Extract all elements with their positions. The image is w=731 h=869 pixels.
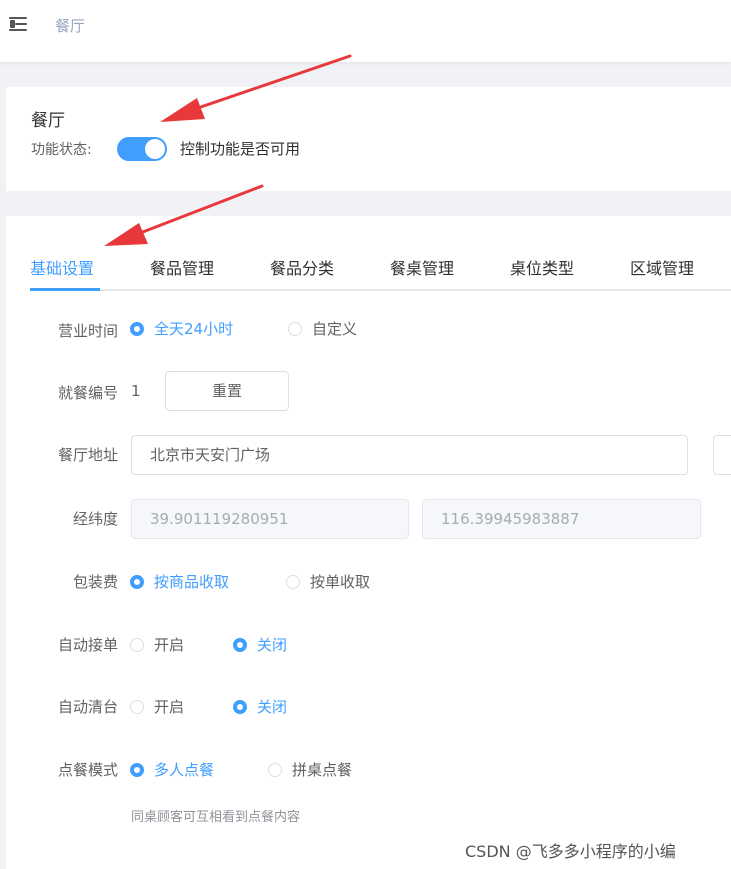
radio-label: 按单收取 <box>310 573 371 591</box>
radio-dot <box>130 575 144 589</box>
watermark: CSDN @飞多多小程序的小编 <box>465 842 676 861</box>
address-search-button[interactable] <box>713 435 731 475</box>
switch-description: 控制功能是否可用 <box>180 140 301 158</box>
radio-dot <box>233 638 247 652</box>
radio-auto-accept-off[interactable]: 关闭 <box>233 634 287 655</box>
breadcrumb[interactable]: 餐厅 <box>55 15 85 36</box>
tab-divider <box>30 289 731 291</box>
auto-clear-label: 自动清台 <box>57 698 118 716</box>
radio-label: 关闭 <box>257 698 288 716</box>
switch-knob <box>145 139 165 159</box>
card-title: 餐厅 <box>31 111 65 131</box>
menu-fold-icon[interactable] <box>9 16 27 32</box>
radio-label: 拼桌点餐 <box>292 761 353 779</box>
radio-label: 全天24小时 <box>154 320 234 338</box>
radio-dot <box>233 700 247 714</box>
radio-auto-clear-off[interactable]: 关闭 <box>233 696 287 717</box>
radio-label: 按商品收取 <box>154 573 230 591</box>
feature-toggle-switch[interactable] <box>117 137 167 161</box>
top-navbar: 餐厅 <box>0 0 731 62</box>
packing-fee-label: 包装费 <box>72 573 118 591</box>
settings-card: 基础设置 餐品管理 餐品分类 餐桌管理 桌位类型 区域管理 营业时间 全天24小… <box>6 216 731 869</box>
longitude-input: 116.39945983887 <box>422 499 701 539</box>
status-label: 功能状态: <box>31 142 92 158</box>
feature-status-card: 餐厅 功能状态: 控制功能是否可用 <box>6 87 731 191</box>
radio-dot <box>130 763 144 777</box>
order-mode-label: 点餐模式 <box>57 761 118 779</box>
tab-table-type[interactable]: 桌位类型 <box>510 255 574 279</box>
tab-dish-management[interactable]: 餐品管理 <box>150 255 214 279</box>
radio-label: 开启 <box>154 698 185 716</box>
radio-dot <box>286 575 300 589</box>
radio-packing-fee-by-order[interactable]: 按单收取 <box>286 571 370 592</box>
radio-dot <box>130 638 144 652</box>
active-tab-indicator <box>30 288 100 291</box>
radio-auto-accept-on[interactable]: 开启 <box>130 634 184 655</box>
radio-dot <box>288 322 302 336</box>
address-label: 餐厅地址 <box>57 446 118 464</box>
tab-basic-settings[interactable]: 基础设置 <box>30 255 94 279</box>
tab-area-management[interactable]: 区域管理 <box>630 255 694 279</box>
tab-bar: 基础设置 餐品管理 餐品分类 餐桌管理 桌位类型 区域管理 <box>6 216 731 291</box>
radio-packing-fee-by-item[interactable]: 按商品收取 <box>130 571 229 592</box>
auto-accept-label: 自动接单 <box>57 636 118 654</box>
coordinates-label: 经纬度 <box>72 510 118 528</box>
radio-dot <box>268 763 282 777</box>
tab-dish-category[interactable]: 餐品分类 <box>270 255 334 279</box>
address-input[interactable]: 北京市天安门广场 <box>131 435 688 475</box>
order-mode-hint: 同桌顾客可互相看到点餐内容 <box>131 810 301 825</box>
radio-order-mode-multi[interactable]: 多人点餐 <box>130 759 214 780</box>
latitude-input: 39.901119280951 <box>131 499 409 539</box>
reset-button[interactable]: 重置 <box>165 371 289 411</box>
radio-dot <box>130 322 144 336</box>
radio-label: 开启 <box>154 636 185 654</box>
meal-number-label: 就餐编号 <box>57 384 118 402</box>
radio-business-hours-allday[interactable]: 全天24小时 <box>130 318 233 339</box>
radio-label: 自定义 <box>312 320 358 338</box>
meal-number-value: 1 <box>131 382 141 400</box>
radio-dot <box>130 700 144 714</box>
radio-auto-clear-on[interactable]: 开启 <box>130 696 184 717</box>
tab-table-management[interactable]: 餐桌管理 <box>390 255 454 279</box>
radio-business-hours-custom[interactable]: 自定义 <box>288 318 357 339</box>
radio-order-mode-share-table[interactable]: 拼桌点餐 <box>268 759 352 780</box>
radio-label: 关闭 <box>257 636 288 654</box>
business-hours-label: 营业时间 <box>57 322 118 340</box>
radio-label: 多人点餐 <box>154 761 215 779</box>
